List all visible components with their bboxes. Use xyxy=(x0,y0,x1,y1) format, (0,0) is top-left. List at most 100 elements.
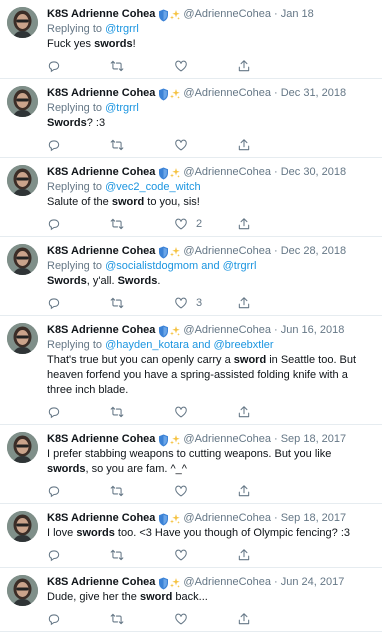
retweet-icon xyxy=(110,138,124,152)
share-button[interactable] xyxy=(237,138,251,152)
tweet-text: I love swords too. <3 Have you though of… xyxy=(47,526,374,541)
author-name[interactable]: K8S Adrienne Cohea xyxy=(47,8,155,20)
replying-to-link[interactable]: @trgrrl xyxy=(105,102,139,114)
reply-button[interactable] xyxy=(47,138,61,152)
avatar[interactable] xyxy=(7,323,38,354)
avatar[interactable] xyxy=(7,244,38,275)
share-button[interactable] xyxy=(237,296,251,310)
tweet-text-segment: ! xyxy=(132,38,136,50)
tweet-header: K8S Adrienne Cohea @AdrienneCohea · Dec 28,… xyxy=(47,244,374,259)
avatar[interactable] xyxy=(7,165,38,196)
share-button[interactable] xyxy=(237,405,251,419)
retweet-button[interactable] xyxy=(110,548,132,562)
tweet-card[interactable]: K8S Adrienne Cohea @AdrienneCohea · Jun 24,… xyxy=(0,568,382,632)
share-button[interactable] xyxy=(237,217,251,231)
like-button[interactable] xyxy=(174,548,196,562)
tweet-card[interactable]: K8S Adrienne Cohea @AdrienneCohea · Jun 16,… xyxy=(0,316,382,425)
tweet-text: That's true but you can openly carry a s… xyxy=(47,353,374,398)
share-icon xyxy=(237,405,251,419)
retweet-button[interactable] xyxy=(110,138,132,152)
retweet-button[interactable] xyxy=(110,484,132,498)
author-handle[interactable]: @AdrienneCohea xyxy=(183,245,271,257)
share-button[interactable] xyxy=(237,548,251,562)
retweet-button[interactable] xyxy=(110,612,132,626)
author-handle[interactable]: @AdrienneCohea xyxy=(183,324,271,336)
highlighted-term: sword xyxy=(139,591,173,603)
author-name[interactable]: K8S Adrienne Cohea xyxy=(47,166,155,178)
tweet-card[interactable]: K8S Adrienne Cohea @AdrienneCohea · Dec 30,… xyxy=(0,158,382,237)
tweet-date[interactable]: Sep 18, 2017 xyxy=(281,512,346,524)
replying-to-prefix: Replying to xyxy=(47,181,106,193)
retweet-button[interactable] xyxy=(110,59,132,73)
tweet-date[interactable]: Jun 24, 2017 xyxy=(281,576,345,588)
reply-button[interactable] xyxy=(47,484,61,498)
reply-button[interactable] xyxy=(47,217,61,231)
replying-to-link[interactable]: @trgrrl xyxy=(105,23,139,35)
like-button[interactable] xyxy=(174,405,196,419)
author-handle[interactable]: @AdrienneCohea xyxy=(183,512,271,524)
author-handle[interactable]: @AdrienneCohea xyxy=(183,166,271,178)
tweet-card[interactable]: K8S Adrienne Cohea @AdrienneCohea · Jan 18 R… xyxy=(0,0,382,79)
replying-to-prefix: Replying to xyxy=(47,102,106,114)
like-button[interactable] xyxy=(174,612,196,626)
author-name[interactable]: K8S Adrienne Cohea xyxy=(47,576,155,588)
reply-button[interactable] xyxy=(47,296,61,310)
author-handle[interactable]: @AdrienneCohea xyxy=(183,8,271,20)
author-handle[interactable]: @AdrienneCohea xyxy=(183,433,271,445)
tweet-date[interactable]: Dec 28, 2018 xyxy=(281,245,346,257)
share-button[interactable] xyxy=(237,59,251,73)
avatar[interactable] xyxy=(7,575,38,606)
retweet-button[interactable] xyxy=(110,296,132,310)
tweet-date[interactable]: Dec 31, 2018 xyxy=(281,87,346,99)
reply-icon xyxy=(47,217,61,231)
like-button[interactable]: 3 xyxy=(174,296,202,310)
tweet-date[interactable]: Sep 18, 2017 xyxy=(281,433,346,445)
reply-button[interactable] xyxy=(47,548,61,562)
reply-button[interactable] xyxy=(47,612,61,626)
name-badges xyxy=(158,246,181,259)
blue-shield-icon xyxy=(158,434,169,447)
author-name[interactable]: K8S Adrienne Cohea xyxy=(47,245,155,257)
replying-to-link[interactable]: @vec2_code_witch xyxy=(105,181,201,193)
name-badges xyxy=(158,577,181,590)
heart-icon xyxy=(174,405,188,419)
author-name[interactable]: K8S Adrienne Cohea xyxy=(47,324,155,336)
tweet-actions: 2 xyxy=(47,214,374,236)
blue-shield-icon xyxy=(158,325,169,338)
heart-icon xyxy=(174,296,188,310)
tweet-date[interactable]: Jan 18 xyxy=(281,8,314,20)
reply-button[interactable] xyxy=(47,405,61,419)
share-button[interactable] xyxy=(237,612,251,626)
tweet-card[interactable]: K8S Adrienne Cohea @AdrienneCohea · Dec 31,… xyxy=(0,79,382,158)
avatar[interactable] xyxy=(7,432,38,463)
retweet-icon xyxy=(110,612,124,626)
like-button[interactable] xyxy=(174,484,196,498)
separator-dot: · xyxy=(274,324,278,336)
tweet-text: Salute of the sword to you, sis! xyxy=(47,195,374,210)
replying-to-link[interactable]: @hayden_kotara and @breebxtler xyxy=(105,339,274,351)
author-handle[interactable]: @AdrienneCohea xyxy=(183,87,271,99)
tweet-date[interactable]: Dec 30, 2018 xyxy=(281,166,346,178)
retweet-icon xyxy=(110,484,124,498)
avatar[interactable] xyxy=(7,86,38,117)
highlighted-term: sword xyxy=(233,354,267,366)
author-name[interactable]: K8S Adrienne Cohea xyxy=(47,87,155,99)
tweet-card[interactable]: K8S Adrienne Cohea @AdrienneCohea · Dec 28,… xyxy=(0,237,382,316)
share-button[interactable] xyxy=(237,484,251,498)
author-name[interactable]: K8S Adrienne Cohea xyxy=(47,512,155,524)
avatar[interactable] xyxy=(7,511,38,542)
retweet-button[interactable] xyxy=(110,405,132,419)
like-button[interactable] xyxy=(174,138,196,152)
author-handle[interactable]: @AdrienneCohea xyxy=(183,576,271,588)
reply-button[interactable] xyxy=(47,59,61,73)
retweet-button[interactable] xyxy=(110,217,132,231)
heart-icon xyxy=(174,138,188,152)
tweet-date[interactable]: Jun 16, 2018 xyxy=(281,324,345,336)
like-button[interactable]: 2 xyxy=(174,217,202,231)
tweet-card[interactable]: K8S Adrienne Cohea @AdrienneCohea · Sep 18,… xyxy=(0,504,382,568)
tweet-card[interactable]: K8S Adrienne Cohea @AdrienneCohea · Sep 18,… xyxy=(0,425,382,504)
author-name[interactable]: K8S Adrienne Cohea xyxy=(47,433,155,445)
replying-to-link[interactable]: @socialistdogmom and @trgrrl xyxy=(105,260,256,272)
like-button[interactable] xyxy=(174,59,196,73)
avatar[interactable] xyxy=(7,7,38,38)
